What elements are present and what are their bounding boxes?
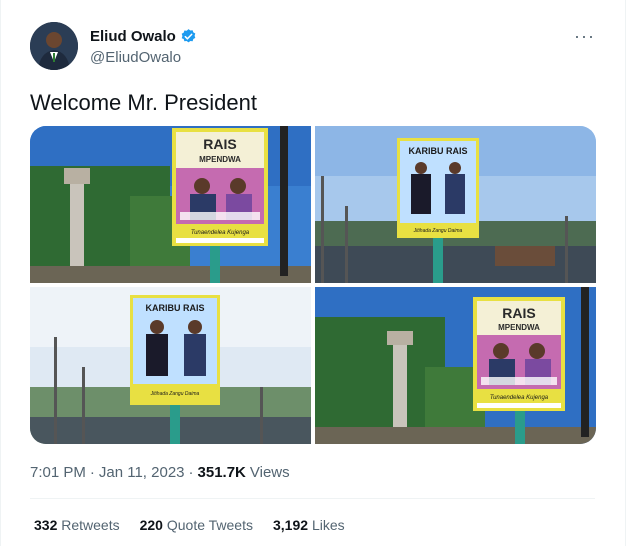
quotes-label: Quote Tweets bbox=[166, 517, 253, 533]
retweets-label: Retweets bbox=[61, 517, 120, 533]
tweet-card: Eliud Owalo @EliudOwalo ··· Welcome Mr. … bbox=[0, 0, 626, 546]
billboard-footer: Tunaendelea Kujenga bbox=[490, 395, 549, 401]
media-grid: RAIS MPENDWA Tunaendelea Kujenga KARIBU … bbox=[30, 126, 596, 444]
views-count[interactable]: 351.7K bbox=[198, 464, 246, 481]
meta-separator: · bbox=[89, 464, 95, 481]
likes-stat[interactable]: 3,192 Likes bbox=[273, 517, 345, 533]
likes-count: 3,192 bbox=[273, 517, 309, 533]
tweet-text: Welcome Mr. President bbox=[30, 90, 258, 115]
likes-label: Likes bbox=[311, 517, 345, 533]
tweet-time[interactable]: 7:01 PM bbox=[30, 464, 86, 481]
retweets-stat[interactable]: 332 Retweets bbox=[34, 517, 120, 533]
tweet-stats: 332 Retweets 220 Quote Tweets 3,192 Like… bbox=[34, 517, 345, 533]
verified-badge-icon bbox=[180, 28, 197, 45]
billboard-title: KARIBU RAIS bbox=[408, 146, 467, 156]
billboard-footer: Jitihada Zangu Daima bbox=[413, 228, 463, 234]
media-photo-3[interactable]: KARIBU RAIS Jitihada Zangu Daima bbox=[30, 287, 311, 444]
more-options-icon[interactable]: ··· bbox=[574, 26, 595, 47]
billboard-footer: Tunaendelea Kujenga bbox=[191, 230, 250, 236]
billboard-title: RAIS bbox=[502, 305, 535, 321]
tweet-meta: 7:01 PM · Jan 11, 2023 · 351.7K Views bbox=[30, 464, 290, 481]
tweet-date[interactable]: Jan 11, 2023 bbox=[99, 464, 185, 481]
billboard-subtitle: MPENDWA bbox=[498, 323, 540, 332]
media-photo-2[interactable]: KARIBU RAIS Jitihada Zangu Daima bbox=[315, 126, 596, 283]
views-label[interactable]: Views bbox=[250, 464, 290, 481]
billboard-title: KARIBU RAIS bbox=[145, 303, 204, 313]
author-name[interactable]: Eliud Owalo bbox=[90, 28, 176, 45]
quotes-count: 220 bbox=[139, 517, 163, 533]
meta-separator: · bbox=[188, 464, 194, 481]
author-name-row: Eliud Owalo bbox=[90, 28, 197, 45]
divider bbox=[30, 498, 595, 499]
media-photo-4[interactable]: RAIS MPENDWA Tunaendelea Kujenga bbox=[315, 287, 596, 444]
billboard-subtitle: MPENDWA bbox=[199, 155, 241, 164]
billboard-footer: Jitihada Zangu Daima bbox=[150, 391, 200, 397]
media-photo-1[interactable]: RAIS MPENDWA Tunaendelea Kujenga bbox=[30, 126, 311, 283]
retweets-count: 332 bbox=[34, 517, 58, 533]
billboard-title: RAIS bbox=[203, 136, 236, 152]
author-handle[interactable]: @EliudOwalo bbox=[90, 49, 181, 66]
quote-tweets-stat[interactable]: 220 Quote Tweets bbox=[140, 517, 253, 533]
avatar[interactable] bbox=[30, 22, 78, 70]
